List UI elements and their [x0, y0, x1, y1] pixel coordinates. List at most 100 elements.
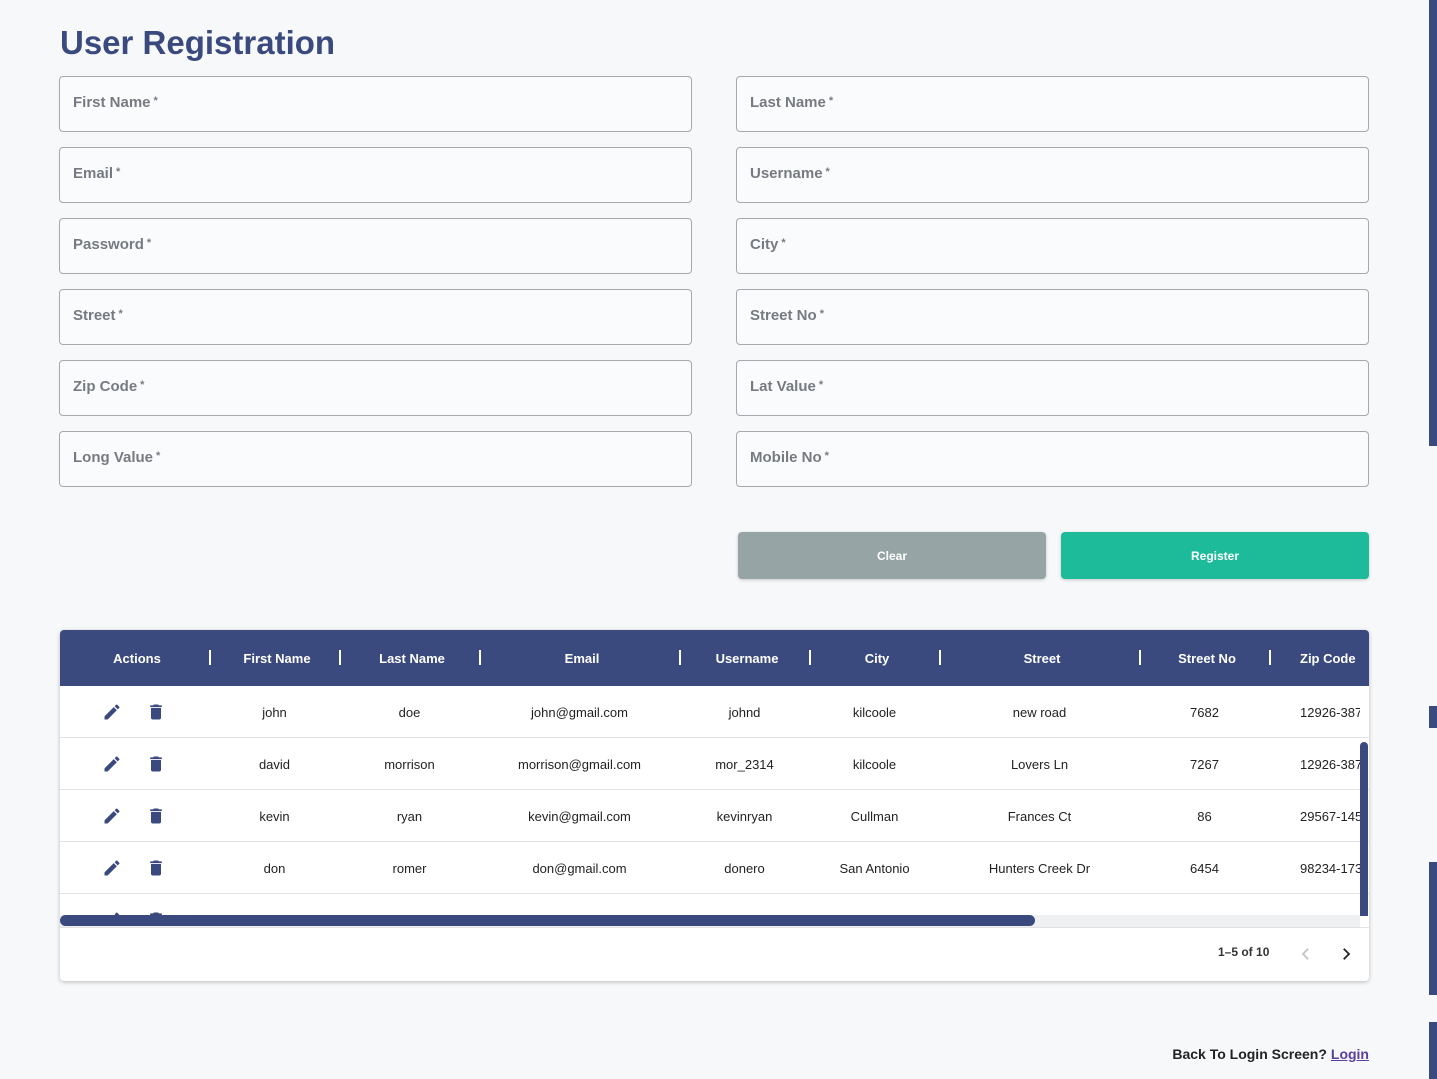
cell-city: San Antonio — [839, 860, 910, 876]
cell-email: kevin@gmail.com — [528, 808, 631, 824]
cell-street: Hunters Creek Dr — [988, 860, 1091, 876]
street-input[interactable] — [60, 290, 691, 344]
cell-zip-code: 12926-3874 — [1300, 704, 1360, 720]
back-to-login: Back To Login Screen? Login — [1172, 1046, 1369, 1062]
column-header-email[interactable]: Email — [482, 630, 682, 686]
column-resize-handle[interactable] — [479, 650, 481, 665]
mobile-no-input[interactable] — [737, 432, 1368, 486]
cell-street-no: 86 — [1197, 808, 1212, 824]
column-header-actions: Actions — [113, 650, 161, 666]
page-scrollbar-segment[interactable] — [1429, 1022, 1437, 1079]
clear-button[interactable]: Clear — [738, 532, 1046, 579]
table-row — [60, 894, 1369, 916]
last-name-field[interactable]: Last Name * — [736, 76, 1369, 132]
trash-icon[interactable] — [144, 804, 168, 828]
lat-value-input[interactable] — [737, 361, 1368, 415]
cell-city: Cullman — [850, 808, 899, 824]
table-vertical-scrollbar[interactable] — [1360, 742, 1368, 916]
first-name-input[interactable] — [60, 77, 691, 131]
cell-last-name: romer — [392, 860, 427, 876]
street-no-input[interactable] — [737, 290, 1368, 344]
cell-street-no: 7267 — [1190, 756, 1219, 772]
cell-last-name: doe — [398, 704, 421, 720]
paginator-range-label: 1–5 of 10 — [1218, 945, 1270, 959]
cell-street: Frances Ct — [1007, 808, 1072, 824]
street-field[interactable]: Street * — [59, 289, 692, 345]
column-resize-handle[interactable] — [209, 650, 211, 665]
mobile-no-field[interactable]: Mobile No * — [736, 431, 1369, 487]
pencil-icon[interactable] — [100, 804, 124, 828]
table-header: Actions First Name Last Name Email Usern… — [60, 630, 1369, 686]
city-input[interactable] — [737, 219, 1368, 273]
cell-username: kevinryan — [716, 808, 773, 824]
column-header-zip-code[interactable]: Zip Code — [1300, 630, 1369, 686]
last-name-input[interactable] — [737, 77, 1368, 131]
cell-zip-code: 29567-1452 — [1300, 808, 1360, 824]
page-scrollbar-segment[interactable] — [1429, 862, 1437, 995]
cell-email: john@gmail.com — [530, 704, 628, 720]
email-field[interactable]: Email * — [59, 147, 692, 203]
table-body: john doe john@gmail.com johnd kilcoole n… — [60, 686, 1369, 916]
cell-email: morrison@gmail.com — [518, 756, 641, 772]
column-resize-handle[interactable] — [1139, 650, 1141, 665]
pencil-icon[interactable] — [100, 752, 124, 776]
password-input[interactable] — [60, 219, 691, 273]
table-row: don romer don@gmail.com donero San Anton… — [60, 842, 1369, 894]
column-resize-handle[interactable] — [679, 650, 681, 665]
back-to-login-text: Back To Login Screen? — [1172, 1046, 1327, 1062]
table-horizontal-scrollbar[interactable] — [60, 915, 1035, 926]
page-scrollbar-segment[interactable] — [1429, 706, 1437, 728]
password-field[interactable]: Password * — [59, 218, 692, 274]
column-resize-handle[interactable] — [939, 650, 941, 665]
cell-first-name: david — [258, 756, 291, 772]
zip-code-input[interactable] — [60, 361, 691, 415]
city-field[interactable]: City * — [736, 218, 1369, 274]
cell-zip-code: 12926-3874 — [1300, 756, 1360, 772]
cell-street: Lovers Ln — [1010, 756, 1069, 772]
trash-icon[interactable] — [144, 752, 168, 776]
column-resize-handle[interactable] — [1269, 650, 1271, 665]
chevron-right-icon[interactable] — [1333, 941, 1359, 967]
cell-first-name: john — [262, 704, 287, 720]
pencil-icon[interactable] — [100, 856, 124, 880]
column-resize-handle[interactable] — [339, 650, 341, 665]
long-value-field[interactable]: Long Value * — [59, 431, 692, 487]
page-scrollbar-segment[interactable] — [1429, 0, 1437, 446]
table-row: john doe john@gmail.com johnd kilcoole n… — [60, 686, 1369, 738]
cell-username: donero — [724, 860, 765, 876]
register-button[interactable]: Register — [1061, 532, 1369, 579]
column-header-last-name[interactable]: Last Name — [342, 630, 482, 686]
long-value-input[interactable] — [60, 432, 691, 486]
cell-username: johnd — [728, 704, 761, 720]
chevron-left-icon[interactable] — [1293, 941, 1319, 967]
column-resize-handle[interactable] — [809, 650, 811, 665]
cell-city: kilcoole — [852, 704, 897, 720]
column-header-first-name[interactable]: First Name — [212, 630, 342, 686]
table-row: david morrison morrison@gmail.com mor_23… — [60, 738, 1369, 790]
cell-street-no: 6454 — [1190, 860, 1219, 876]
email-input[interactable] — [60, 148, 691, 202]
column-header-street-no[interactable]: Street No — [1142, 630, 1272, 686]
cell-email: don@gmail.com — [532, 860, 627, 876]
trash-icon[interactable] — [144, 856, 168, 880]
trash-icon[interactable] — [144, 700, 168, 724]
username-input[interactable] — [737, 148, 1368, 202]
column-header-username[interactable]: Username — [682, 630, 812, 686]
lat-value-field[interactable]: Lat Value * — [736, 360, 1369, 416]
cell-city: kilcoole — [852, 756, 897, 772]
street-no-field[interactable]: Street No * — [736, 289, 1369, 345]
zip-code-field[interactable]: Zip Code * — [59, 360, 692, 416]
first-name-field[interactable]: First Name * — [59, 76, 692, 132]
users-table: Actions First Name Last Name Email Usern… — [60, 630, 1369, 981]
cell-first-name: don — [263, 860, 286, 876]
cell-last-name: morrison — [384, 756, 435, 772]
column-header-city[interactable]: City — [812, 630, 942, 686]
paginator: 1–5 of 10 — [60, 927, 1369, 981]
username-field[interactable]: Username * — [736, 147, 1369, 203]
cell-zip-code: 98234-1734 — [1300, 860, 1360, 876]
pencil-icon[interactable] — [100, 700, 124, 724]
page-title: User Registration — [60, 24, 336, 61]
cell-street-no: 7682 — [1190, 704, 1219, 720]
column-header-street[interactable]: Street — [942, 630, 1142, 686]
login-link[interactable]: Login — [1331, 1046, 1369, 1062]
